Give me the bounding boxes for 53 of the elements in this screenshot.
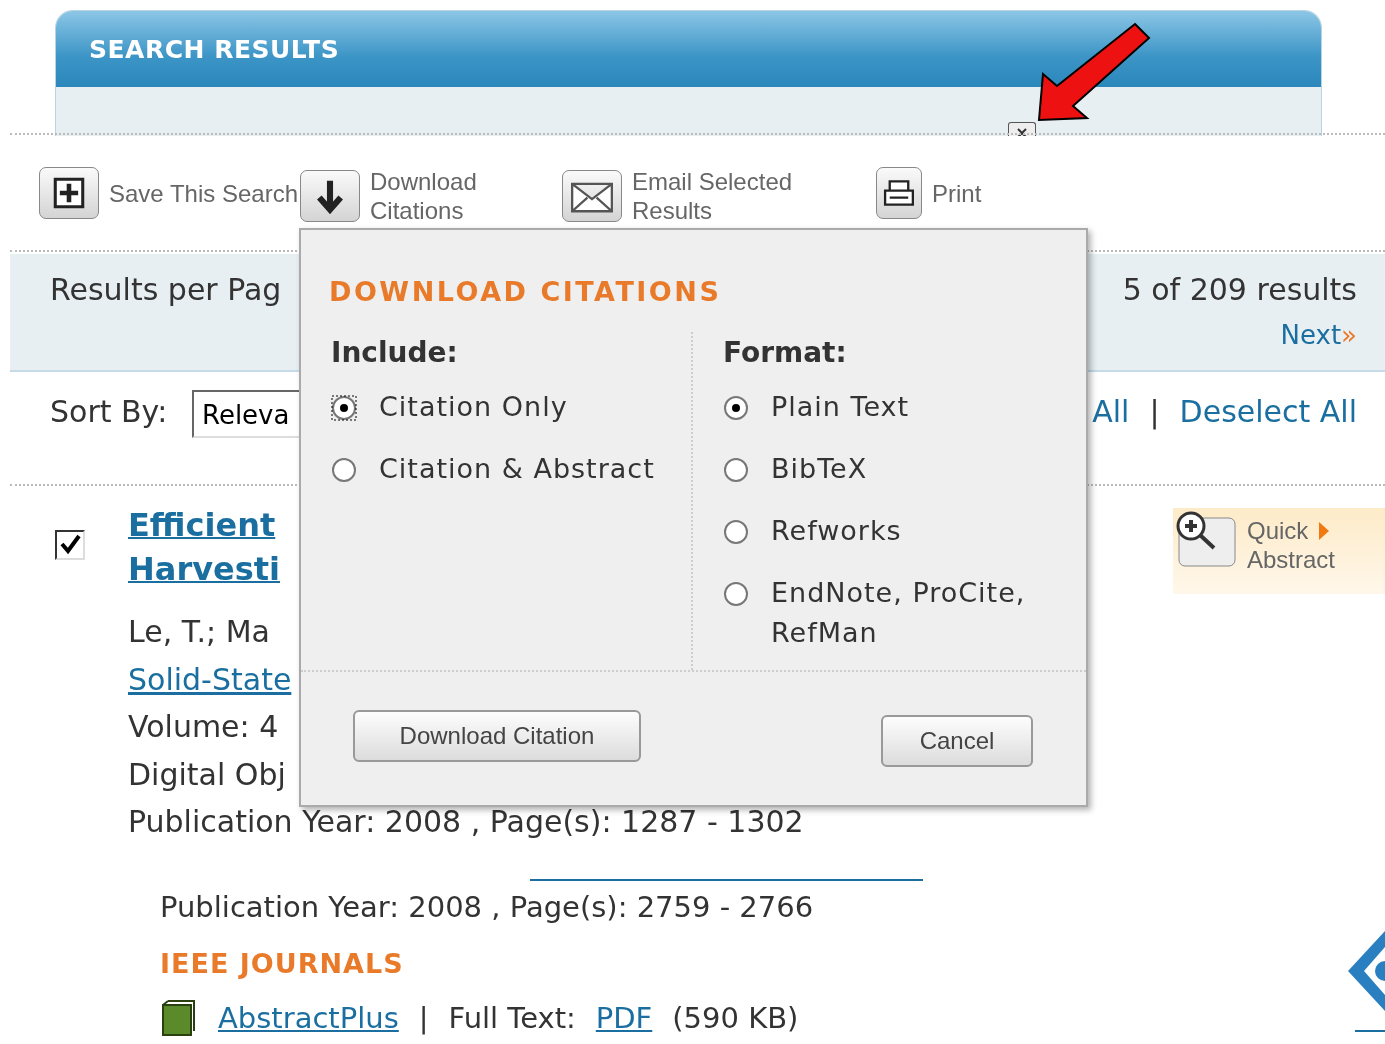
option-label: Refworks: [771, 514, 903, 548]
radio-button[interactable]: [331, 395, 357, 421]
sort-by-label: Sort By:: [50, 394, 168, 429]
dialog-title: DOWNLOAD CITATIONS: [329, 276, 722, 307]
select-all-link[interactable]: All: [1092, 394, 1130, 429]
option-label: EndNote, ProCite, RefMan: [771, 576, 1027, 650]
cancel-button[interactable]: Cancel: [881, 715, 1033, 767]
authors: Le, T.; Ma: [128, 614, 270, 649]
result-title-link[interactable]: Harvesti: [128, 550, 281, 588]
download-citation-button[interactable]: Download Citation: [353, 710, 641, 762]
option-label: Citation & Abstract: [379, 452, 656, 486]
radio-button[interactable]: [723, 581, 749, 607]
download-icon: [300, 170, 360, 222]
separator: |: [418, 1001, 429, 1035]
radio-button[interactable]: [723, 519, 749, 545]
include-label: Include:: [331, 336, 459, 369]
results-per-page-label: Results per Pag: [50, 272, 282, 307]
pdf-link[interactable]: PDF: [595, 1001, 653, 1035]
envelope-icon: [562, 170, 622, 222]
publication-info: Publication Year: 2008 , Page(s): 2759 - 2766: [160, 890, 814, 924]
radio-button[interactable]: [331, 457, 357, 483]
option-label: BibTeX: [771, 452, 869, 486]
radio-button[interactable]: [723, 457, 749, 483]
deselect-all-link[interactable]: Deselect All: [1179, 394, 1357, 429]
save-search-button[interactable]: Save This Search: [39, 167, 300, 219]
next-link[interactable]: Next»: [1280, 320, 1357, 350]
close-icon[interactable]: [1008, 122, 1036, 136]
full-text-label: Full Text:: [448, 1001, 576, 1035]
radio-button[interactable]: [723, 395, 749, 421]
results-count: 5 of 209 results: [1122, 272, 1357, 307]
abstract-plus-link[interactable]: AbstractPlus: [218, 1001, 399, 1035]
file-size: (590 KB): [672, 1001, 799, 1035]
option-label: Citation Only: [379, 390, 569, 424]
email-results-button[interactable]: Email Selected Results: [562, 167, 876, 225]
book-icon: [160, 999, 198, 1037]
logo-icon: [1346, 931, 1385, 1011]
result-title-link[interactable]: Efficient: [128, 506, 276, 544]
result-detail: Digital Obj: [128, 756, 286, 792]
result-detail: Volume: 4: [128, 709, 279, 744]
journal-link[interactable]: Solid-State: [128, 661, 292, 697]
separator: |: [1149, 394, 1160, 429]
printer-icon: [876, 167, 922, 219]
print-button[interactable]: Print: [876, 167, 1076, 219]
source-label: IEEE JOURNALS: [160, 948, 404, 979]
checkbox[interactable]: [55, 530, 85, 560]
option-label: Plain Text: [771, 390, 911, 424]
plus-icon: [39, 167, 99, 219]
download-citations-button[interactable]: Download Citations: [300, 167, 562, 225]
triangle-icon: [1318, 520, 1331, 541]
publication-info: Publication Year: 2008 , Page(s): 1287 - 1302: [128, 804, 804, 839]
format-label: Format:: [723, 336, 848, 369]
panel-title: SEARCH RESULTS: [56, 11, 1321, 87]
quick-abstract-button[interactable]: Quick Abstract: [1173, 508, 1385, 594]
